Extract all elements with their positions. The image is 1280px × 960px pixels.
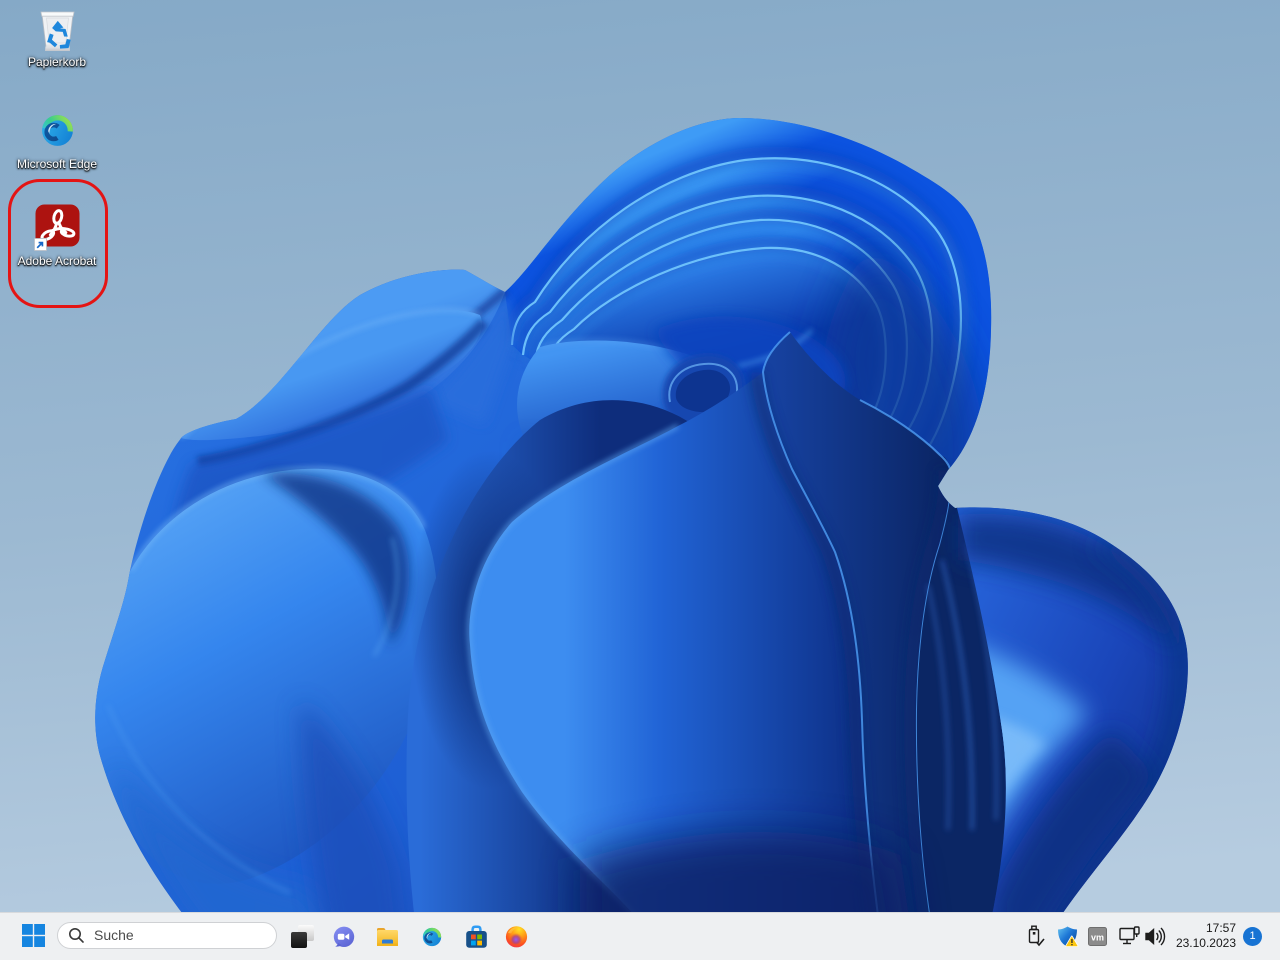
svg-text:vm: vm — [1091, 933, 1104, 943]
